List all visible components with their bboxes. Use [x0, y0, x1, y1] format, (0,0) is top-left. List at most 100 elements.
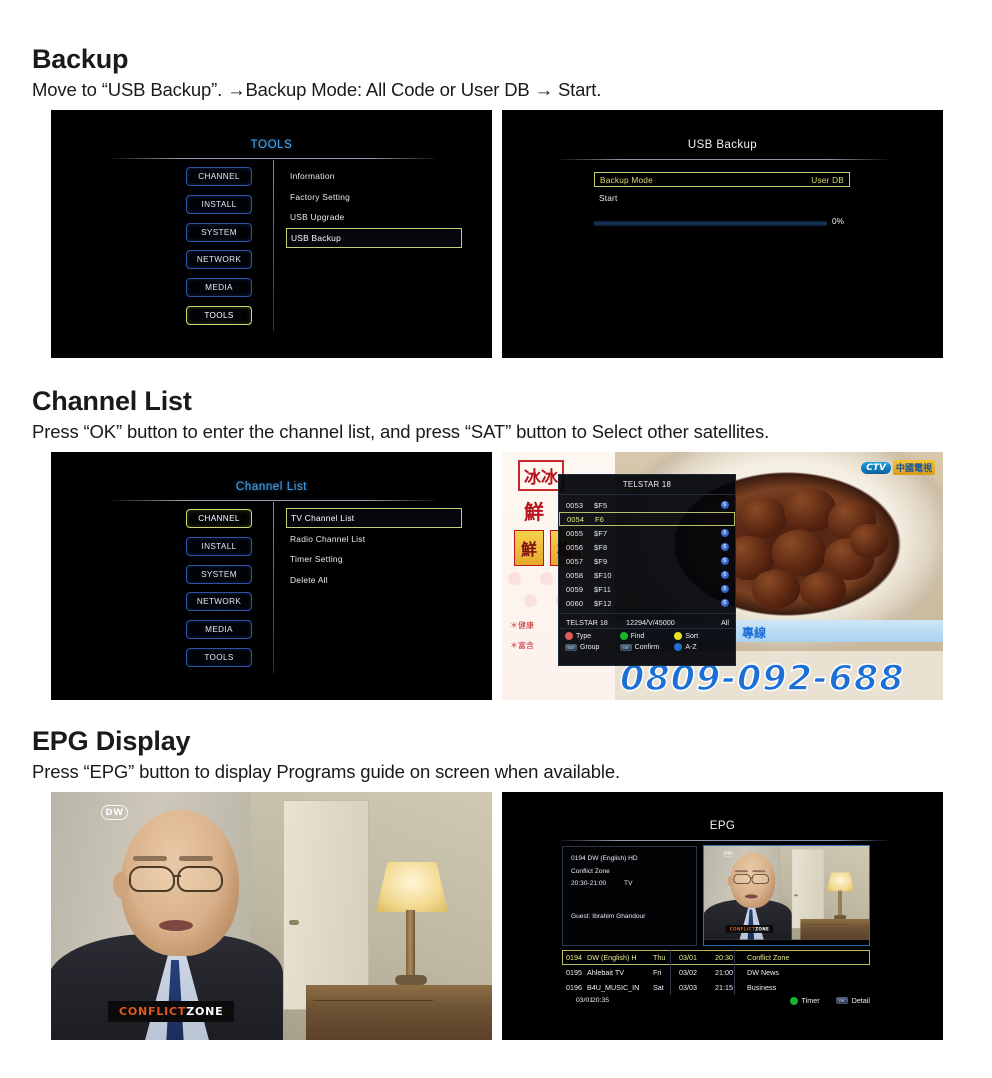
option-radio-channel-list[interactable]: Radio Channel List: [286, 529, 462, 549]
lamp-shade: [376, 862, 448, 912]
channel-name: $F8: [594, 542, 608, 552]
channel-option-list: TV Channel List Radio Channel List Timer…: [286, 508, 462, 590]
sidebar-item-network[interactable]: NETWORK: [186, 592, 252, 612]
screenshot-channel-list-overlay: 冰冰 鮮 鮮 梅 ＊健康 ＊富含: [502, 452, 943, 700]
table-row[interactable]: 0060 $F12 $: [559, 596, 735, 610]
key-hint-detail[interactable]: OK Detail: [835, 996, 870, 1005]
osd-divider-horizontal: [108, 500, 436, 501]
epg-screenshots: DW CONFLICTZONE EPG 0194 DW (English) HD…: [0, 792, 992, 1042]
sidebar-tools: CHANNEL INSTALL SYSTEM NETWORK MEDIA TOO…: [186, 167, 252, 334]
screenshot-usb-backup: USB Backup Backup Mode User DB Start 0%: [502, 110, 943, 358]
section-title-epg: EPG Display: [32, 726, 191, 756]
epg-row-program: Business: [747, 983, 777, 992]
epg-row-date: 03/03: [679, 983, 697, 992]
channel-list-screenshots: Channel List CHANNEL INSTALL SYSTEM NETW…: [0, 452, 992, 702]
option-information[interactable]: Information: [286, 166, 462, 186]
section-channel-list: Channel List Press “OK” button to enter …: [0, 386, 992, 702]
table-row[interactable]: 0057 $F9 $: [559, 554, 735, 568]
backup-screenshots: TOOLS CHANNEL INSTALL SYSTEM NETWORK MED…: [0, 110, 992, 360]
badge-part-2: ZONE: [186, 1005, 224, 1018]
screenshot-epg-panel: EPG 0194 DW (English) HD Conflict Zone 2…: [502, 792, 943, 1040]
table-row[interactable]: 0054 F6: [559, 512, 735, 526]
scrambled-icon: $: [721, 585, 729, 593]
table-row[interactable]: 0194 DW (English) H Thu 03/01 20:30 Conf…: [562, 950, 870, 965]
scrambled-icon: $: [721, 501, 729, 509]
table-row[interactable]: 0058 $F10 $: [559, 568, 735, 582]
scrambled-icon: $: [721, 571, 729, 579]
backup-start-row[interactable]: Start: [594, 190, 850, 205]
osd-usb-backup: USB Backup Backup Mode User DB Start 0%: [502, 110, 943, 358]
person-eyebrow-right: [179, 856, 213, 861]
channel-number: 0060: [566, 598, 584, 608]
person-eyebrow-left: [133, 856, 167, 861]
ctv-logo-mark: CTV: [861, 461, 891, 474]
section-subtitle-backup: Move to “USB Backup”. →Backup Mode: All …: [32, 79, 602, 100]
option-tv-channel-list[interactable]: TV Channel List: [286, 508, 462, 528]
backup-mode-label: Backup Mode: [600, 174, 653, 185]
key-label: Group: [580, 643, 600, 651]
osd-tools: TOOLS CHANNEL INSTALL SYSTEM NETWORK MED…: [51, 110, 492, 358]
channel-number: 0054: [567, 514, 585, 524]
table-row[interactable]: 0055 $F7 $: [559, 526, 735, 540]
backup-progress-text: 0%: [832, 216, 844, 226]
osd-divider-vertical: [273, 502, 274, 673]
epg-info-channel: 0194 DW (English) HD: [571, 855, 638, 862]
channel-number: 0056: [566, 542, 584, 552]
desk-edge: [313, 1000, 433, 1001]
sidebar-item-system[interactable]: SYSTEM: [186, 564, 252, 584]
footer-transponder: 12294/V/45000: [626, 617, 675, 627]
screenshot-dw-broadcast: DW CONFLICTZONE: [51, 792, 492, 1040]
sidebar-item-channel[interactable]: CHANNEL: [186, 167, 252, 186]
option-timer-setting[interactable]: Timer Setting: [286, 549, 462, 569]
epg-column-divider-1: [670, 950, 671, 995]
channel-name: $F12: [594, 598, 612, 608]
manual-page: Backup Move to “USB Backup”. →Backup Mod…: [0, 0, 992, 1078]
ok-button-icon: OK: [835, 997, 848, 1004]
key-hint-find[interactable]: Find: [619, 632, 675, 640]
key-hint-confirm[interactable]: OK Confirm: [619, 643, 675, 651]
epg-row-time: 21:00: [715, 968, 733, 977]
channel-name: $F7: [594, 528, 608, 538]
backup-mode-value: User DB: [811, 174, 844, 185]
key-hint-group[interactable]: SAT Group: [565, 643, 620, 651]
epg-info-time: 20:30-21:00: [571, 880, 607, 887]
sidebar-item-channel[interactable]: CHANNEL: [186, 509, 252, 528]
sidebar-item-system[interactable]: SYSTEM: [186, 222, 252, 242]
table-row[interactable]: 0195 Ahlebait TV Fri 03/02 21:00 DW News: [562, 965, 870, 980]
sidebar-item-media[interactable]: MEDIA: [186, 620, 252, 640]
epg-info-panel: 0194 DW (English) HD Conflict Zone 20:30…: [562, 846, 697, 946]
option-usb-backup[interactable]: USB Backup: [286, 227, 462, 248]
sidebar-item-install[interactable]: INSTALL: [186, 194, 252, 214]
sidebar-item-tools[interactable]: TOOLS: [186, 305, 252, 325]
key-label: Find: [630, 632, 645, 640]
table-row[interactable]: 0196 B4U_MUSIC_IN Sat 03/03 21:15 Busine…: [562, 980, 870, 995]
osd-title-channel-list: Channel List: [235, 481, 308, 493]
channel-list-overlay: TELSTAR 18 0053 $F5 $ 0054 F6 0055 $F7 $…: [558, 474, 736, 666]
sidebar-item-tools[interactable]: TOOLS: [186, 647, 252, 667]
osd-title-tools: TOOLS: [250, 139, 293, 151]
epg-footer: 03/01 20:35 Timer OK Detail: [562, 996, 870, 1005]
key-hint-type[interactable]: Type: [565, 632, 620, 640]
epg-row-day: Fri: [653, 968, 662, 977]
key-hint-sort[interactable]: Sort: [674, 632, 729, 640]
option-factory-setting[interactable]: Factory Setting: [286, 187, 462, 207]
epg-row-number: 0196: [566, 983, 582, 992]
sidebar-item-install[interactable]: INSTALL: [186, 536, 252, 556]
table-row[interactable]: 0053 $F5 $: [559, 498, 735, 512]
key-hint-a-z[interactable]: A-Z: [674, 643, 729, 651]
option-delete-all[interactable]: Delete All: [286, 570, 462, 590]
table-row[interactable]: 0056 $F8 $: [559, 540, 735, 554]
backup-mode-row[interactable]: Backup Mode User DB: [594, 172, 850, 187]
epg-info-type: TV: [624, 880, 633, 887]
sidebar-channel: CHANNEL INSTALL SYSTEM NETWORK MEDIA TOO…: [186, 509, 252, 676]
option-usb-upgrade[interactable]: USB Upgrade: [286, 207, 462, 227]
key-hint-timer[interactable]: Timer: [789, 996, 820, 1005]
sidebar-item-media[interactable]: MEDIA: [186, 278, 252, 298]
table-row[interactable]: 0059 $F11 $: [559, 582, 735, 596]
sidebar-item-network[interactable]: NETWORK: [186, 250, 252, 270]
ctv-channel-logo: CTV 中國電視: [861, 460, 935, 475]
usb-backup-divider: [557, 159, 889, 160]
ctv-logo-chinese: 中國電視: [892, 460, 935, 475]
scrambled-icon: $: [721, 543, 729, 551]
section-backup: Backup Move to “USB Backup”. →Backup Mod…: [0, 44, 992, 360]
